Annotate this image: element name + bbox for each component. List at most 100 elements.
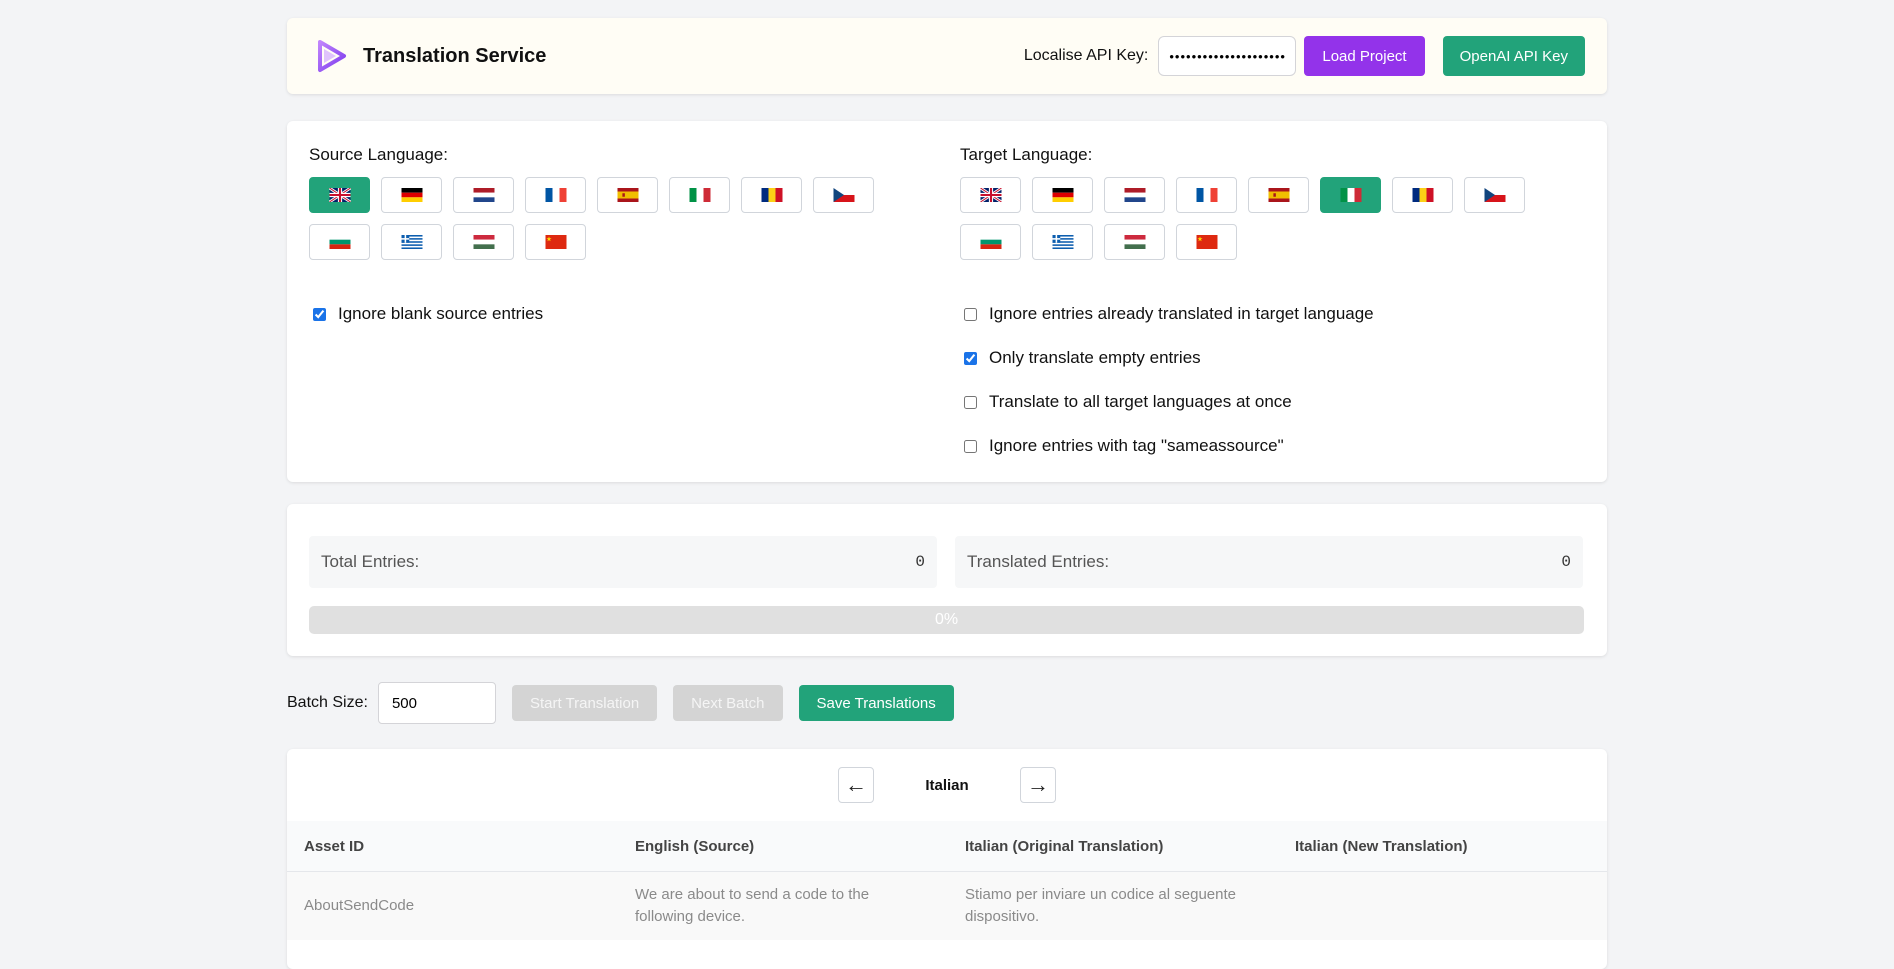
total-entries-stat: Total Entries: 0 <box>309 536 937 588</box>
flag-fr-icon <box>1196 188 1217 202</box>
flag-es-icon <box>1268 188 1289 202</box>
source-flag-button-uk[interactable] <box>309 177 370 213</box>
source-flag-button-de[interactable] <box>381 177 442 213</box>
total-entries-label: Total Entries: <box>321 552 420 571</box>
flag-ro-icon <box>761 188 782 202</box>
source-flag-list <box>309 177 929 271</box>
source-flag-button-es[interactable] <box>597 177 658 213</box>
app-title: Translation Service <box>363 44 547 67</box>
target-flag-button-nl[interactable] <box>1104 177 1165 213</box>
table-header-row: Asset ID English (Source) Italian (Origi… <box>287 821 1607 872</box>
source-language-section: Source Language: Ignore blank source ent… <box>309 145 929 346</box>
flag-it-icon <box>689 188 710 202</box>
previous-language-button[interactable]: ← <box>838 767 874 803</box>
flag-gr-icon <box>1052 235 1073 249</box>
api-key-input[interactable] <box>1158 36 1297 76</box>
source-flag-button-cz[interactable] <box>813 177 874 213</box>
target-option-checkbox-3[interactable] <box>964 439 977 453</box>
language-settings-card: Source Language: Ignore blank source ent… <box>287 121 1607 482</box>
batch-size-label: Batch Size: <box>287 694 368 711</box>
flag-gr-icon <box>401 235 422 249</box>
table-row: AboutSendCode We are about to send a cod… <box>287 871 1607 940</box>
source-option-label-0: Ignore blank source entries <box>338 304 544 323</box>
arrow-left-icon: ← <box>845 772 867 797</box>
start-translation-button[interactable]: Start Translation <box>511 685 658 721</box>
flag-cz-icon <box>833 188 854 202</box>
openai-api-key-button[interactable]: OpenAI API Key <box>1442 36 1585 76</box>
target-flag-button-cz[interactable] <box>1464 177 1525 213</box>
column-header-asset-id: Asset ID <box>287 821 618 872</box>
current-language-label: Italian <box>925 776 969 794</box>
target-option-checkbox-1[interactable] <box>964 351 977 365</box>
target-flag-button-ro[interactable] <box>1392 177 1453 213</box>
source-options: Ignore blank source entries <box>309 302 929 326</box>
target-option-3[interactable]: Ignore entries with tag "sameassource" <box>960 434 1580 458</box>
save-translations-button[interactable]: Save Translations <box>798 685 954 721</box>
header-controls: Localise API Key: Load Project OpenAI AP… <box>1024 36 1585 76</box>
target-flag-button-it[interactable] <box>1320 177 1381 213</box>
flag-nl-icon <box>1124 188 1145 202</box>
target-option-label-0: Ignore entries already translated in tar… <box>989 304 1374 323</box>
cell-new[interactable] <box>1278 871 1607 940</box>
next-batch-button[interactable]: Next Batch <box>673 685 783 721</box>
target-flag-button-uk[interactable] <box>960 177 1021 213</box>
flag-nl-icon <box>473 188 494 202</box>
flag-bg-icon <box>329 235 350 249</box>
target-option-label-2: Translate to all target languages at onc… <box>989 392 1292 411</box>
target-flag-button-es[interactable] <box>1248 177 1309 213</box>
target-flag-button-gr[interactable] <box>1032 224 1093 260</box>
translated-entries-stat: Translated Entries: 0 <box>955 536 1583 588</box>
target-option-2[interactable]: Translate to all target languages at onc… <box>960 390 1580 414</box>
source-flag-button-ro[interactable] <box>741 177 802 213</box>
target-option-0[interactable]: Ignore entries already translated in tar… <box>960 302 1580 326</box>
target-flag-button-fr[interactable] <box>1176 177 1237 213</box>
target-flag-button-bg[interactable] <box>960 224 1021 260</box>
batch-controls: Batch Size: Start Translation Next Batch… <box>287 682 954 724</box>
flag-de-icon <box>1052 188 1073 202</box>
app-header: Translation Service Localise API Key: Lo… <box>287 18 1607 94</box>
target-option-checkbox-2[interactable] <box>964 395 977 409</box>
flag-hu-icon <box>473 235 494 249</box>
source-flag-button-gr[interactable] <box>381 224 442 260</box>
target-option-checkbox-0[interactable] <box>964 307 977 321</box>
translated-entries-label: Translated Entries: <box>967 552 1110 571</box>
flag-hu-icon <box>1124 235 1145 249</box>
target-flag-button-cn[interactable] <box>1176 224 1237 260</box>
flag-bg-icon <box>980 235 1001 249</box>
flag-cn-icon <box>1196 235 1217 249</box>
source-flag-button-it[interactable] <box>669 177 730 213</box>
flag-ro-icon <box>1412 188 1433 202</box>
flag-uk-icon <box>979 188 1002 202</box>
source-flag-button-fr[interactable] <box>525 177 586 213</box>
target-option-label-3: Ignore entries with tag "sameassource" <box>989 436 1284 455</box>
source-flag-button-bg[interactable] <box>309 224 370 260</box>
column-header-original: Italian (Original Translation) <box>948 821 1278 872</box>
progress-bar: 0% <box>309 606 1584 634</box>
translation-table-card: ← Italian → Asset ID English (Source) It… <box>287 749 1607 969</box>
batch-size-input[interactable] <box>377 682 496 724</box>
source-option-checkbox-0[interactable] <box>313 307 326 321</box>
target-flag-button-hu[interactable] <box>1104 224 1165 260</box>
flag-it-icon <box>1340 188 1361 202</box>
target-language-title: Target Language: <box>960 145 1093 164</box>
source-flag-button-nl[interactable] <box>453 177 514 213</box>
source-option-0[interactable]: Ignore blank source entries <box>309 302 929 326</box>
flag-fr-icon <box>545 188 566 202</box>
stats-card: Total Entries: 0 Translated Entries: 0 0… <box>287 504 1607 656</box>
translated-entries-value: 0 <box>1561 553 1571 571</box>
flag-cz-icon <box>1484 188 1505 202</box>
source-flag-button-cn[interactable] <box>525 224 586 260</box>
target-flag-button-de[interactable] <box>1032 177 1093 213</box>
arrow-right-icon: → <box>1027 772 1049 797</box>
api-key-label: Localise API Key: <box>1023 47 1149 64</box>
cell-source: We are about to send a code to the follo… <box>618 871 948 940</box>
load-project-button[interactable]: Load Project <box>1304 36 1425 76</box>
next-language-button[interactable]: → <box>1020 767 1056 803</box>
source-flag-button-hu[interactable] <box>453 224 514 260</box>
target-options: Ignore entries already translated in tar… <box>960 302 1580 458</box>
column-header-new: Italian (New Translation) <box>1278 821 1607 872</box>
target-flag-list <box>960 177 1580 271</box>
column-header-source: English (Source) <box>618 821 948 872</box>
target-option-1[interactable]: Only translate empty entries <box>960 346 1580 370</box>
flag-uk-icon <box>328 188 351 202</box>
